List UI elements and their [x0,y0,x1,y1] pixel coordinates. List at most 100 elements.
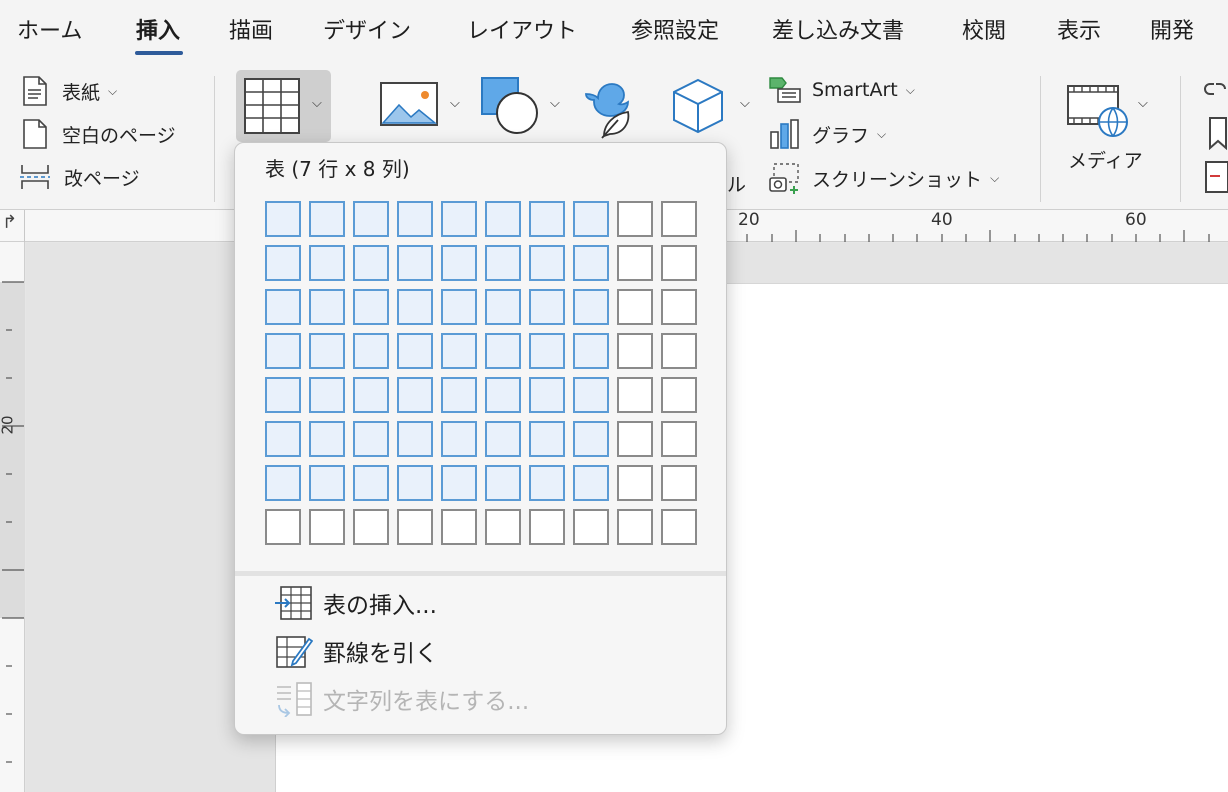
tab-design[interactable]: デザイン [323,13,411,45]
table-grid-cell[interactable] [529,245,565,281]
table-grid-cell[interactable] [353,289,389,325]
table-grid-cell[interactable] [485,245,521,281]
table-grid-cell[interactable] [309,377,345,413]
table-grid-cell[interactable] [353,245,389,281]
table-grid-cell[interactable] [441,289,477,325]
draw-table-menu-item[interactable]: 罫線を引く [275,633,438,669]
table-grid-cell[interactable] [573,333,609,369]
table-grid-cell[interactable] [617,421,653,457]
table-grid-cell[interactable] [529,333,565,369]
tab-view[interactable]: 表示 [1057,13,1101,45]
shapes-icon[interactable] [480,76,540,136]
picture-icon[interactable] [380,82,440,128]
insert-table-menu-item[interactable]: 表の挿入... [275,585,437,621]
table-grid-cell[interactable] [617,333,653,369]
table-grid-cell[interactable] [353,201,389,237]
table-grid-cell[interactable] [353,509,389,545]
link-icon[interactable] [1202,78,1228,100]
3d-model-icon[interactable] [672,78,724,134]
cover-page-button[interactable]: 表紙 ⌵ [22,76,117,106]
table-grid-cell[interactable] [397,465,433,501]
table-grid-cell[interactable] [617,509,653,545]
table-grid-cell[interactable] [661,509,697,545]
table-grid-cell[interactable] [529,289,565,325]
table-grid-cell[interactable] [309,289,345,325]
table-grid-cell[interactable] [529,201,565,237]
table-grid-cell[interactable] [573,201,609,237]
tab-home[interactable]: ホーム [17,13,82,45]
table-grid-cell[interactable] [353,333,389,369]
table-grid-cell[interactable] [441,245,477,281]
table-grid-cell[interactable] [441,421,477,457]
table-grid-cell[interactable] [397,333,433,369]
icons-icon[interactable] [584,76,644,140]
table-grid-cell[interactable] [661,289,697,325]
table-grid-cell[interactable] [441,377,477,413]
table-grid-cell[interactable] [309,509,345,545]
table-grid-cell[interactable] [573,509,609,545]
tab-draw[interactable]: 描画 [229,13,273,45]
table-grid-cell[interactable] [661,421,697,457]
table-grid-cell[interactable] [309,245,345,281]
table-grid-cell[interactable] [265,421,301,457]
table-grid-cell[interactable] [617,377,653,413]
table-grid-cell[interactable] [441,465,477,501]
table-grid-cell[interactable] [265,245,301,281]
table-grid-cell[interactable] [397,289,433,325]
table-grid-cell[interactable] [573,245,609,281]
table-grid-cell[interactable] [397,245,433,281]
media-icon[interactable] [1066,82,1130,138]
table-grid-cell[interactable] [485,465,521,501]
tab-layout[interactable]: レイアウト [467,13,577,45]
table-grid-cell[interactable] [529,509,565,545]
table-grid-cell[interactable] [529,421,565,457]
table-grid-cell[interactable] [265,377,301,413]
cross-reference-icon[interactable] [1204,160,1228,194]
table-grid-cell[interactable] [617,201,653,237]
table-grid-cell[interactable] [661,377,697,413]
table-grid-cell[interactable] [485,201,521,237]
table-grid-cell[interactable] [617,289,653,325]
table-button[interactable]: ⌵ [236,70,331,142]
table-grid-cell[interactable] [485,289,521,325]
page-break-button[interactable]: 改ページ [20,163,140,191]
table-grid-cell[interactable] [661,465,697,501]
table-grid-cell[interactable] [265,509,301,545]
table-grid-cell[interactable] [661,245,697,281]
chart-button[interactable]: グラフ ⌵ [768,118,886,150]
table-grid-cell[interactable] [617,465,653,501]
table-grid-cell[interactable] [485,509,521,545]
table-grid-cell[interactable] [485,333,521,369]
table-grid-cell[interactable] [661,333,697,369]
table-grid-cell[interactable] [265,465,301,501]
tab-mailings[interactable]: 差し込み文書 [772,13,904,45]
tab-developer[interactable]: 開発 [1150,13,1194,45]
tab-review[interactable]: 校閲 [962,13,1006,45]
table-grid-cell[interactable] [573,377,609,413]
smartart-button[interactable]: SmartArt ⌵ [768,76,915,104]
table-grid-cell[interactable] [573,289,609,325]
table-grid-cell[interactable] [353,465,389,501]
table-grid-cell[interactable] [529,377,565,413]
table-grid-cell[interactable] [265,333,301,369]
table-grid-cell[interactable] [309,465,345,501]
bookmark-icon[interactable] [1208,116,1228,150]
table-grid-cell[interactable] [573,465,609,501]
blank-page-button[interactable]: 空白のページ [22,119,176,149]
table-grid-cell[interactable] [309,201,345,237]
table-grid-cell[interactable] [529,465,565,501]
table-grid-cell[interactable] [661,201,697,237]
table-grid-cell[interactable] [485,421,521,457]
table-grid-cell[interactable] [353,421,389,457]
table-grid-cell[interactable] [441,201,477,237]
table-grid-cell[interactable] [573,421,609,457]
table-grid-cell[interactable] [397,509,433,545]
table-grid-cell[interactable] [617,245,653,281]
table-grid-cell[interactable] [397,377,433,413]
table-grid-cell[interactable] [265,201,301,237]
table-grid-cell[interactable] [265,289,301,325]
table-grid-cell[interactable] [309,421,345,457]
tab-insert[interactable]: 挿入 [136,13,180,45]
screenshot-button[interactable]: スクリーンショット ⌵ [768,162,999,194]
table-grid-cell[interactable] [485,377,521,413]
